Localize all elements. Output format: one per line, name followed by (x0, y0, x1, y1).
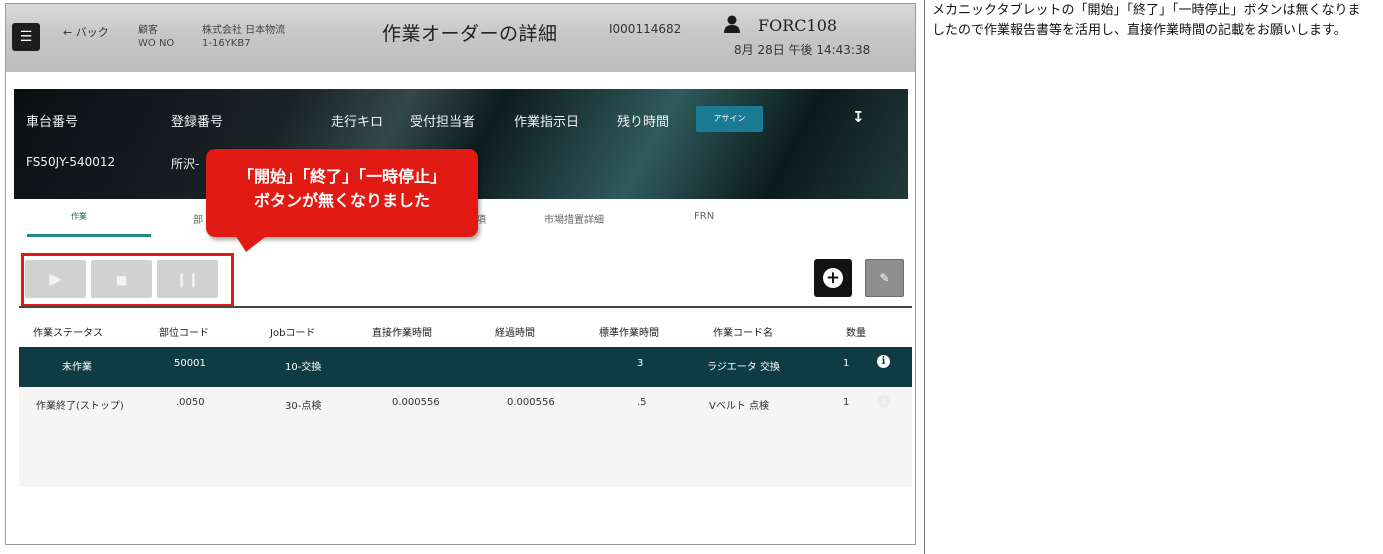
table-row[interactable]: 未作業 50001 10-交換 3 ラジエータ 交換 1 i (19, 347, 912, 387)
app-header: ☰ ← バック 顧客 WO NO 株式会社 日本物流 1-16YKB7 作業オー… (6, 4, 915, 72)
col-header-direct-time: 直接作業時間 (372, 328, 432, 339)
receptionist-label: 受付担当者 (410, 115, 476, 130)
download-arrow-icon[interactable]: ↧ (852, 108, 865, 126)
user-name[interactable]: FORC108 (758, 16, 837, 35)
wo-value: 1-16YKB7 (202, 38, 251, 49)
cell-job-code: 30-点検 (285, 401, 322, 412)
remaining-time-label: 残り時間 (617, 115, 670, 130)
pause-icon: ❙❙ (175, 272, 200, 288)
cell-status: 未作業 (62, 362, 92, 373)
tab-work[interactable]: 作業 (71, 211, 87, 222)
explanatory-note: メカニックタブレットの「開始」「終了」「一時停止」ボタンは無くなりましたので作業… (932, 2, 1361, 37)
mileage-label: 走行キロ (331, 115, 384, 130)
tab-market-measures[interactable]: 市場措置詳細 (544, 211, 604, 226)
cell-direct-time: 0.000556 (392, 397, 440, 408)
stop-button[interactable]: ■ (91, 260, 152, 298)
plus-circle-icon: + (823, 268, 843, 288)
cell-code-name: Vベルト 点検 (709, 401, 770, 412)
edit-icon: ✎ (879, 271, 890, 285)
edit-button[interactable]: ✎ (865, 259, 904, 297)
col-header-job-code: Jobコード (270, 328, 316, 339)
instruction-date-label: 作業指示日 (514, 115, 580, 130)
cell-part-code: .0050 (176, 397, 205, 408)
add-button[interactable]: + (814, 259, 852, 297)
col-header-elapsed-time: 経過時間 (495, 328, 535, 339)
customer-label: 顧客 (138, 25, 158, 36)
tablet-screen: ☰ ← バック 顧客 WO NO 株式会社 日本物流 1-16YKB7 作業オー… (5, 3, 916, 545)
assign-button[interactable]: アサイン (696, 106, 763, 132)
person-icon (724, 15, 740, 33)
page-divider (924, 0, 925, 554)
annotation-callout: 「開始」「終了」「一時停止」 ボタンが無くなりました (206, 149, 478, 237)
tab-active-indicator (27, 199, 151, 237)
start-button[interactable]: ▶ (25, 260, 86, 298)
info-icon[interactable]: i (877, 355, 890, 368)
order-id: I000114682 (609, 22, 682, 36)
cell-elapsed-time: 0.000556 (507, 397, 555, 408)
hamburger-icon: ☰ (19, 29, 33, 45)
cell-standard-time: .5 (637, 397, 647, 408)
col-header-code-name: 作業コード名 (713, 328, 773, 339)
callout-line-2: ボタンが無くなりました (253, 191, 430, 210)
tab-frn[interactable]: FRN (694, 211, 714, 222)
tab-parts[interactable]: 部 (193, 211, 203, 226)
registration-value: 所沢- (171, 157, 200, 171)
table-row[interactable]: 作業終了(ストップ) .0050 30-点検 0.000556 0.000556… (19, 387, 912, 487)
play-icon: ▶ (49, 269, 62, 288)
stop-icon: ■ (115, 273, 128, 287)
col-header-status: 作業ステータス (33, 328, 103, 339)
current-datetime: 8月 28日 午後 14:43:38 (734, 43, 871, 57)
customer-value: 株式会社 日本物流 (202, 25, 286, 36)
toolbar-divider (19, 306, 912, 308)
info-icon[interactable]: i (877, 395, 890, 408)
cell-code-name: ラジエータ 交換 (707, 362, 780, 373)
callout-pointer (232, 230, 274, 252)
cell-quantity: 1 (843, 358, 850, 369)
menu-button[interactable]: ☰ (12, 23, 40, 51)
col-header-quantity: 数量 (846, 328, 866, 339)
chassis-value: FS50JY-540012 (26, 155, 116, 169)
cell-standard-time: 3 (637, 358, 644, 369)
pause-button[interactable]: ❙❙ (157, 260, 218, 298)
registration-label: 登録番号 (171, 115, 224, 130)
cell-job-code: 10-交換 (285, 362, 322, 373)
callout-line-1: 「開始」「終了」「一時停止」 (237, 167, 446, 186)
col-header-standard-time: 標準作業時間 (599, 328, 659, 339)
cell-part-code: 50001 (174, 358, 206, 369)
cell-status: 作業終了(ストップ) (36, 401, 124, 412)
wo-label: WO NO (138, 38, 175, 49)
cell-quantity: 1 (843, 397, 850, 408)
col-header-part-code: 部位コード (159, 328, 209, 339)
chassis-label: 車台番号 (26, 115, 79, 130)
page-title: 作業オーダーの詳細 (382, 23, 558, 45)
back-link[interactable]: ← バック (63, 24, 109, 40)
